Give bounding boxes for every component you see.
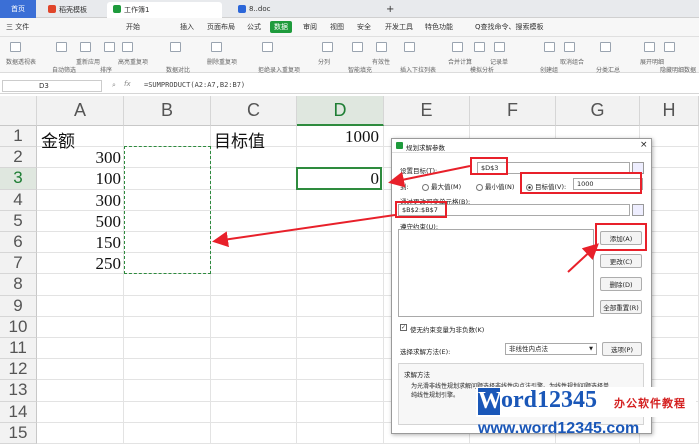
watermark-url: www.word12345.com — [478, 420, 640, 437]
arrow-changing — [212, 214, 396, 248]
watermark-logo-w: W — [478, 388, 502, 415]
watermark-tagline: 办公软件教程 — [614, 397, 686, 410]
annotation-arrows — [212, 165, 599, 273]
arrow-add — [567, 243, 599, 273]
watermark-logo-text: ord12345 — [501, 387, 597, 413]
watermark: W ord12345 办公软件教程 www.word12345.com — [476, 385, 696, 441]
watermark-brand: W ord12345 办公软件教程 — [476, 387, 696, 417]
arrow-target — [388, 165, 471, 188]
